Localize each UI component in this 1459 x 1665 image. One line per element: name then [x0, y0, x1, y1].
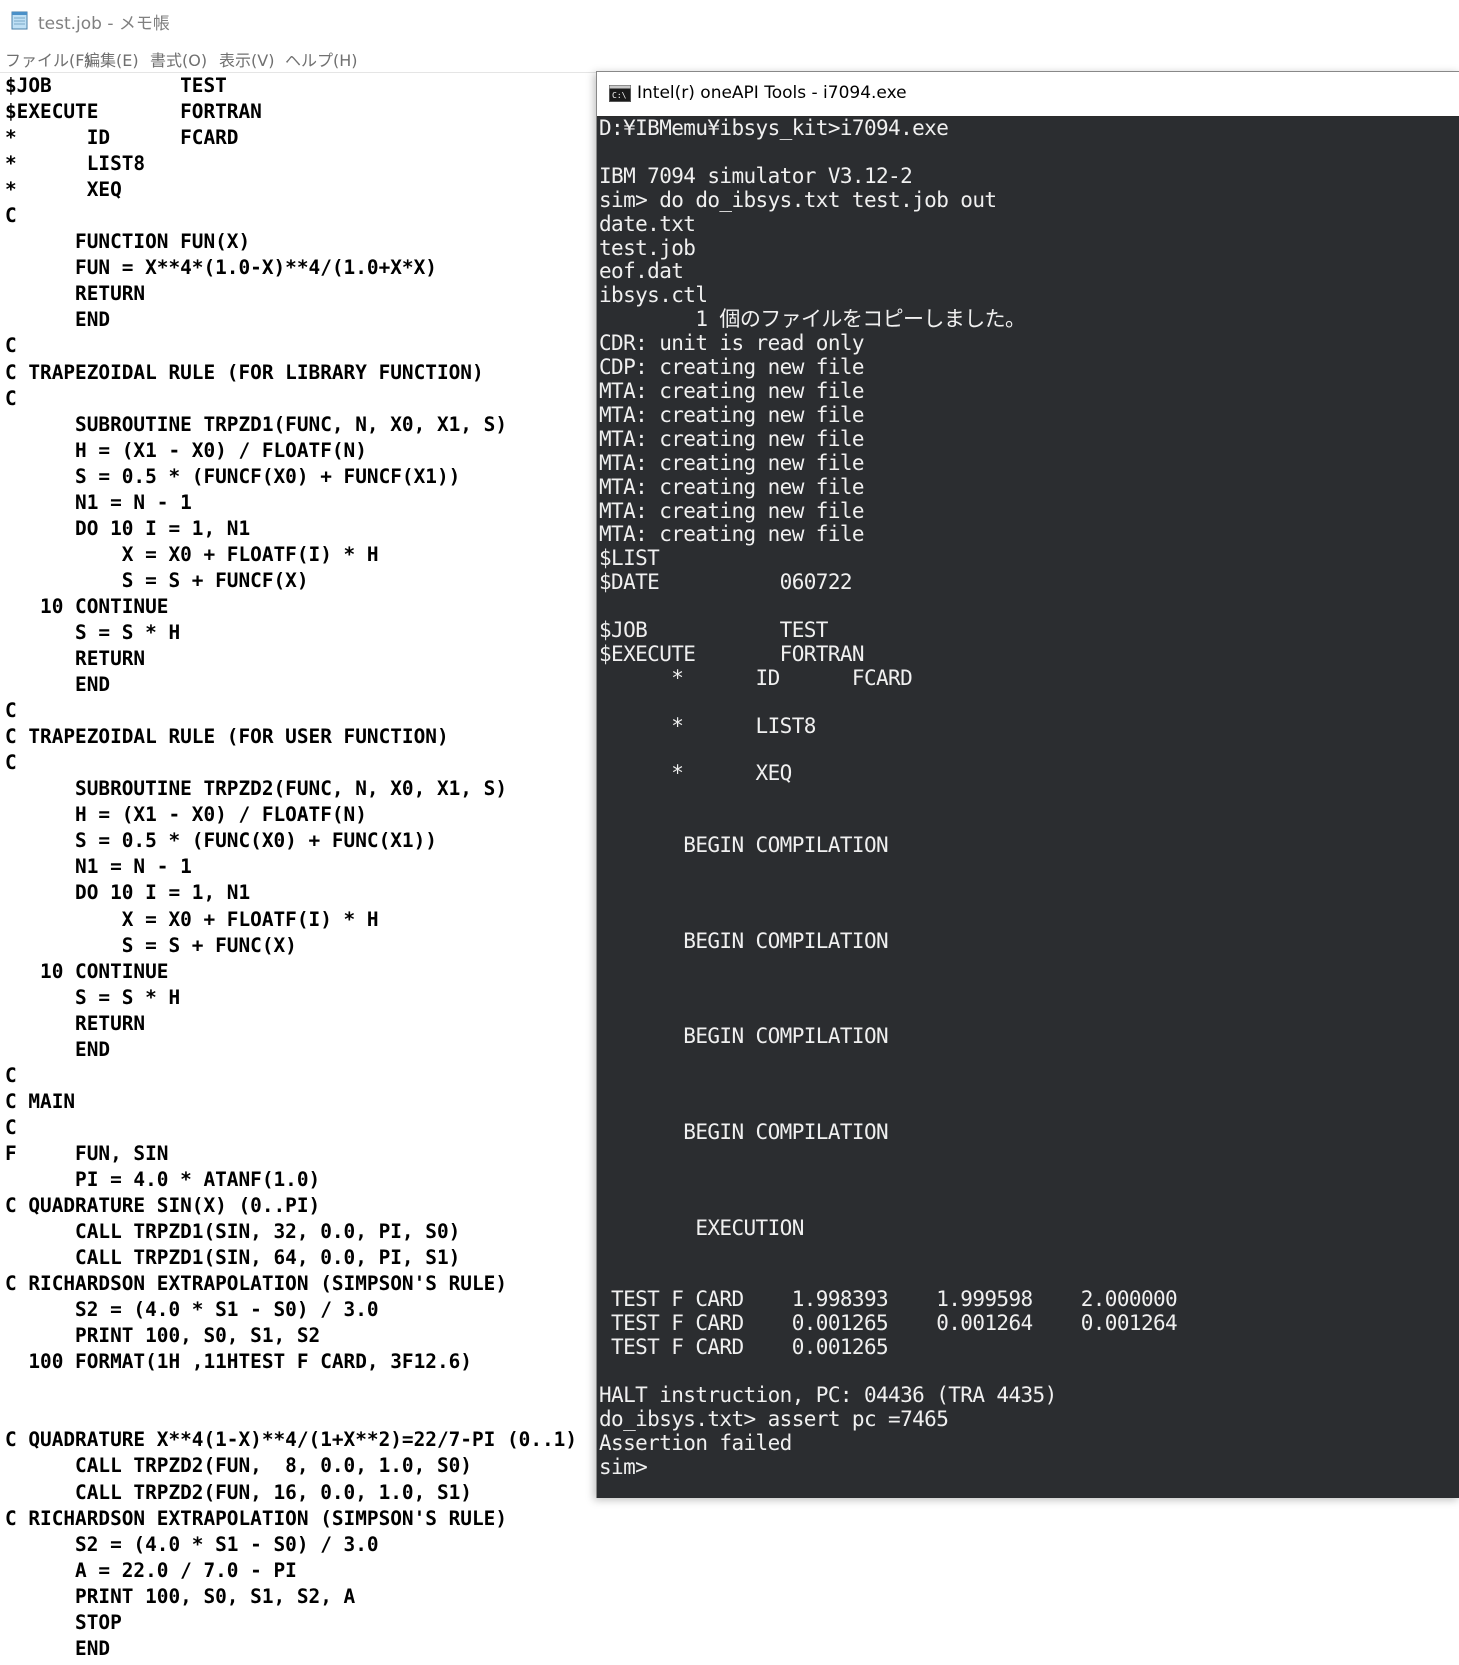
console-icon: C:\	[609, 85, 631, 102]
notepad-icon	[11, 11, 28, 30]
console-output[interactable]: D:¥IBMemu¥ibsys_kit>i7094.exe IBM 7094 s…	[597, 117, 1459, 1498]
notepad-title: test.job - メモ帳	[38, 14, 170, 34]
menu-view[interactable]: 表示(V)	[219, 47, 274, 71]
menu-help[interactable]: ヘルプ(H)	[285, 47, 358, 71]
console-title: Intel(r) oneAPI Tools - i7094.exe	[637, 83, 907, 103]
notepad-text-area[interactable]: $JOB TEST $EXECUTE FORTRAN * ID FCARD * …	[0, 73, 600, 1665]
menu-edit[interactable]: 編集(E)	[84, 47, 139, 71]
console-titlebar[interactable]: C:\ Intel(r) oneAPI Tools - i7094.exe	[597, 72, 1459, 116]
console-text: D:¥IBMemu¥ibsys_kit>i7094.exe IBM 7094 s…	[599, 117, 1178, 1479]
notepad-titlebar[interactable]: test.job - メモ帳	[0, 0, 1459, 40]
console-window: C:\ Intel(r) oneAPI Tools - i7094.exe D:…	[596, 71, 1459, 1498]
notepad-content: $JOB TEST $EXECUTE FORTRAN * ID FCARD * …	[5, 74, 578, 1660]
menu-file[interactable]: ファイル(F)	[5, 47, 91, 71]
notepad-menubar: ファイル(F) 編集(E) 書式(O) 表示(V) ヘルプ(H)	[0, 44, 1459, 73]
menu-format[interactable]: 書式(O)	[150, 47, 207, 71]
svg-text:C:\: C:\	[612, 91, 627, 100]
